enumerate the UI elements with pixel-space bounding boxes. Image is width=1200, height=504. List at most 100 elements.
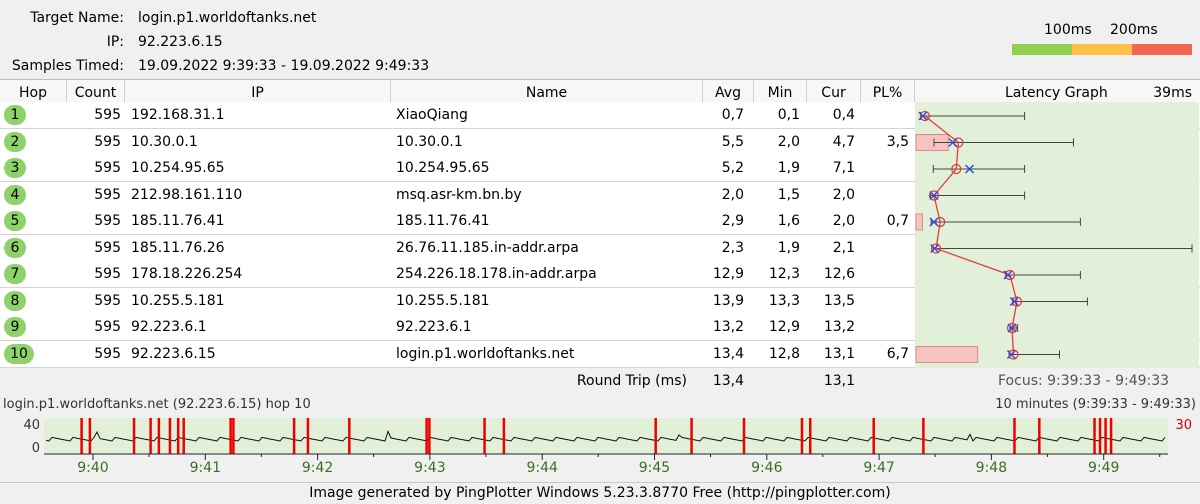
legend-bar-good — [1012, 44, 1072, 55]
cell-pl: 3,5 — [886, 133, 909, 150]
timeline-tick-label: 9:41 — [190, 460, 221, 476]
cell-ip: 212.98.161.110 — [131, 186, 243, 203]
cell-min: 13,3 — [768, 292, 800, 309]
ip-value: 92.223.6.15 — [138, 34, 223, 50]
cell-cur: 2,1 — [832, 239, 855, 256]
cell-avg: 12,9 — [712, 266, 744, 282]
cell-count: 595 — [94, 186, 121, 203]
cell-name: 92.223.6.1 — [396, 319, 472, 335]
legend-100ms-label: 100ms — [1044, 22, 1092, 38]
timeline-panel[interactable]: login.p1.worldoftanks.net (92.223.6.15) … — [0, 396, 1200, 482]
cell-name: 10.254.95.65 — [396, 160, 490, 176]
round-trip-cur: 13,1 — [823, 373, 855, 389]
cell-count: 595 — [94, 160, 121, 176]
cell-avg: 13,9 — [712, 292, 744, 309]
cell-pl: 6,7 — [886, 345, 909, 362]
hop-badge: 5 — [4, 211, 26, 231]
packet-loss-bar — [915, 346, 979, 363]
cell-cur: 13,1 — [823, 345, 855, 362]
timeline-tick-label: 9:47 — [863, 460, 894, 476]
cell-cur: 2,0 — [832, 186, 855, 203]
cell-name: 26.76.11.185.in-addr.arpa — [396, 239, 579, 256]
cell-cur: 13,2 — [823, 319, 855, 335]
hop-badge: 3 — [4, 158, 26, 178]
cell-cur: 7,1 — [832, 160, 855, 176]
cell-pl — [861, 102, 909, 128]
timeline-tick-label: 9:42 — [302, 460, 333, 476]
packet-loss-bar — [915, 213, 923, 231]
cell-pl — [861, 182, 909, 208]
summary-header: Target Name: login.p1.worldoftanks.net I… — [0, 0, 1200, 80]
cell-avg: 5,2 — [721, 160, 744, 176]
cell-avg: 2,9 — [721, 213, 744, 229]
cell-avg: 2,3 — [721, 239, 744, 256]
cell-min: 1,9 — [777, 239, 800, 256]
ip-label: IP: — [106, 34, 124, 50]
cell-min: 1,6 — [777, 213, 800, 229]
cell-count: 595 — [94, 345, 121, 362]
cell-avg: 0,7 — [721, 107, 744, 123]
cell-min: 12,3 — [768, 266, 800, 282]
cell-cur: 4,7 — [832, 133, 855, 150]
cell-cur: 13,5 — [823, 292, 855, 309]
cell-min: 0,1 — [777, 107, 800, 123]
cell-count: 595 — [94, 213, 121, 229]
hop-badge: 7 — [4, 264, 26, 284]
timeline-chart[interactable]: 40 0 30 9:40 9:41 9:42 9:43 9:44 9:45 9:46 9:47 9:4… — [0, 396, 1200, 482]
legend-200ms-label: 200ms — [1110, 22, 1158, 38]
hop-badge: 6 — [4, 237, 26, 258]
cell-cur: 12,6 — [823, 266, 855, 282]
timeline-ymax-label: 40 — [23, 418, 40, 433]
timeline-tick-label: 9:48 — [976, 460, 1007, 476]
latency-graph-svg — [915, 110, 1193, 363]
hop-badge: 9 — [4, 317, 26, 337]
hop-badge: 2 — [4, 131, 26, 152]
hop-badge: 8 — [4, 290, 26, 311]
cell-count: 595 — [94, 266, 121, 282]
target-name-label: Target Name: — [30, 10, 124, 26]
timeline-plot-bg — [44, 418, 1168, 454]
legend-bar-bad — [1132, 44, 1192, 55]
cell-name: login.p1.worldoftanks.net — [396, 345, 575, 362]
cell-ip: 185.11.76.26 — [131, 239, 225, 256]
cell-pl — [861, 155, 909, 181]
hop-badge: 4 — [4, 184, 26, 205]
cell-name: msq.asr-km.bn.by — [396, 186, 522, 203]
cell-ip: 10.254.95.65 — [131, 160, 225, 176]
round-trip-row: Round Trip (ms) 13,4 13,1 Focus: 9:39:33… — [0, 368, 1200, 394]
cell-ip: 10.30.0.1 — [131, 133, 198, 150]
samples-timed-value: 19.09.2022 9:39:33 - 19.09.2022 9:49:33 — [138, 58, 430, 74]
timeline-tick-label: 9:45 — [639, 460, 670, 476]
round-trip-avg: 13,4 — [712, 373, 744, 389]
cell-name: 185.11.76.41 — [396, 213, 490, 229]
timeline-tick-label: 9:44 — [526, 460, 558, 476]
cell-min: 1,5 — [777, 186, 800, 203]
hop-badge: 10 — [4, 343, 34, 364]
timeline-right-label: 30 — [1175, 418, 1192, 433]
cell-min: 12,8 — [768, 345, 800, 362]
latency-graph-area — [915, 102, 1199, 368]
cell-min: 12,9 — [768, 319, 800, 335]
cell-count: 595 — [94, 107, 121, 123]
timeline-ymin-label: 0 — [32, 441, 40, 456]
cell-pl — [861, 235, 909, 261]
cell-count: 595 — [94, 133, 121, 150]
cell-count: 595 — [94, 239, 121, 256]
cell-pl — [861, 314, 909, 340]
hop-badge: 1 — [4, 105, 26, 125]
cell-min: 2,0 — [777, 133, 800, 150]
focus-range: Focus: 9:39:33 - 9:49:33 — [998, 373, 1170, 389]
cell-ip: 92.223.6.1 — [131, 319, 207, 335]
timeline-tick-label: 9:46 — [751, 460, 783, 476]
target-name-value: login.p1.worldoftanks.net — [138, 10, 317, 26]
cell-avg: 5,5 — [721, 133, 744, 150]
round-trip-label: Round Trip (ms) — [576, 373, 687, 389]
timeline-tick-label: 9:43 — [414, 460, 445, 476]
cell-cur: 0,4 — [832, 107, 855, 123]
footer-credit: Image generated by PingPlotter Windows 5… — [0, 482, 1200, 504]
cell-name: XiaoQiang — [396, 107, 468, 123]
cell-ip: 185.11.76.41 — [131, 213, 225, 229]
cell-ip: 10.255.5.181 — [131, 292, 225, 309]
cell-avg: 2,0 — [721, 186, 744, 203]
cell-pl — [861, 261, 909, 287]
